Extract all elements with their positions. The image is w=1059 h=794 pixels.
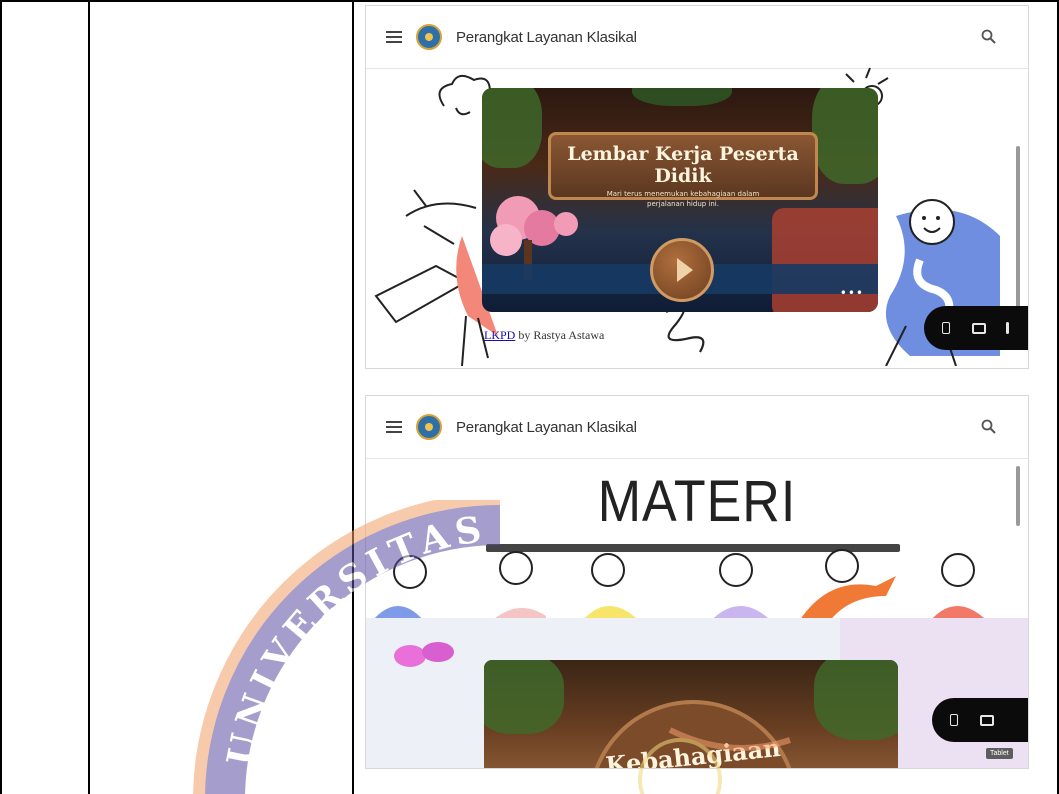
menu-icon[interactable] xyxy=(386,31,402,43)
vine-decoration xyxy=(484,660,564,734)
table-border-top xyxy=(0,0,1059,2)
site-header: Perangkat Layanan Klasikal xyxy=(366,396,1028,459)
video-title: Kebahagiaan xyxy=(604,732,782,768)
tablet-icon[interactable] xyxy=(980,714,994,726)
tablet-icon[interactable] xyxy=(972,322,986,334)
credit-author: by Rastya Astawa xyxy=(515,328,605,342)
vine-decoration xyxy=(812,88,878,184)
video-title-arch: Kebahagiaan xyxy=(588,700,798,768)
site-title: Perangkat Layanan Klasikal xyxy=(456,28,637,46)
vine-decoration xyxy=(632,88,732,106)
sunglasses-illustration xyxy=(394,642,454,667)
menu-icon[interactable] xyxy=(386,421,402,433)
desktop-icon[interactable] xyxy=(1006,322,1009,334)
phone-icon[interactable] xyxy=(950,714,958,726)
logo-icon xyxy=(416,24,442,50)
video-subtitle: Mari terus menemukan kebahagiaan dalam p… xyxy=(606,190,760,208)
video-card[interactable]: Kebahagiaan xyxy=(484,660,898,768)
more-options-icon[interactable]: ••• xyxy=(840,286,864,300)
table-border-left xyxy=(0,0,2,794)
video-title: Lembar Kerja Peserta Didik xyxy=(567,143,799,187)
vine-decoration xyxy=(814,660,898,740)
device-toolbar xyxy=(932,698,1028,742)
table-column-divider-2 xyxy=(352,0,354,794)
video-title-plaque: Lembar Kerja Peserta Didik Mari terus me… xyxy=(548,132,818,208)
tooltip: Tablet xyxy=(986,748,1013,759)
logo-icon xyxy=(416,414,442,440)
screenshot-bottom: Perangkat Layanan Klasikal MATERI Kebaha… xyxy=(366,396,1028,768)
device-toolbar xyxy=(924,306,1028,350)
table-column-divider-1 xyxy=(88,0,90,794)
phone-icon[interactable] xyxy=(942,322,950,334)
play-icon[interactable] xyxy=(650,238,714,302)
video-card[interactable]: Lembar Kerja Peserta Didik Mari terus me… xyxy=(482,88,878,312)
site-header: Perangkat Layanan Klasikal xyxy=(366,6,1028,69)
video-credit: LKPD by Rastya Astawa xyxy=(484,328,604,343)
site-title: Perangkat Layanan Klasikal xyxy=(456,418,637,436)
characters-illustration xyxy=(368,549,992,626)
search-icon[interactable] xyxy=(980,28,998,46)
vine-decoration xyxy=(482,88,542,168)
screenshot-top: Perangkat Layanan Klasikal Lembar Kerja … xyxy=(366,6,1028,368)
credit-link[interactable]: LKPD xyxy=(484,328,515,342)
search-icon[interactable] xyxy=(980,418,998,436)
page-heading: MATERI xyxy=(597,469,797,535)
